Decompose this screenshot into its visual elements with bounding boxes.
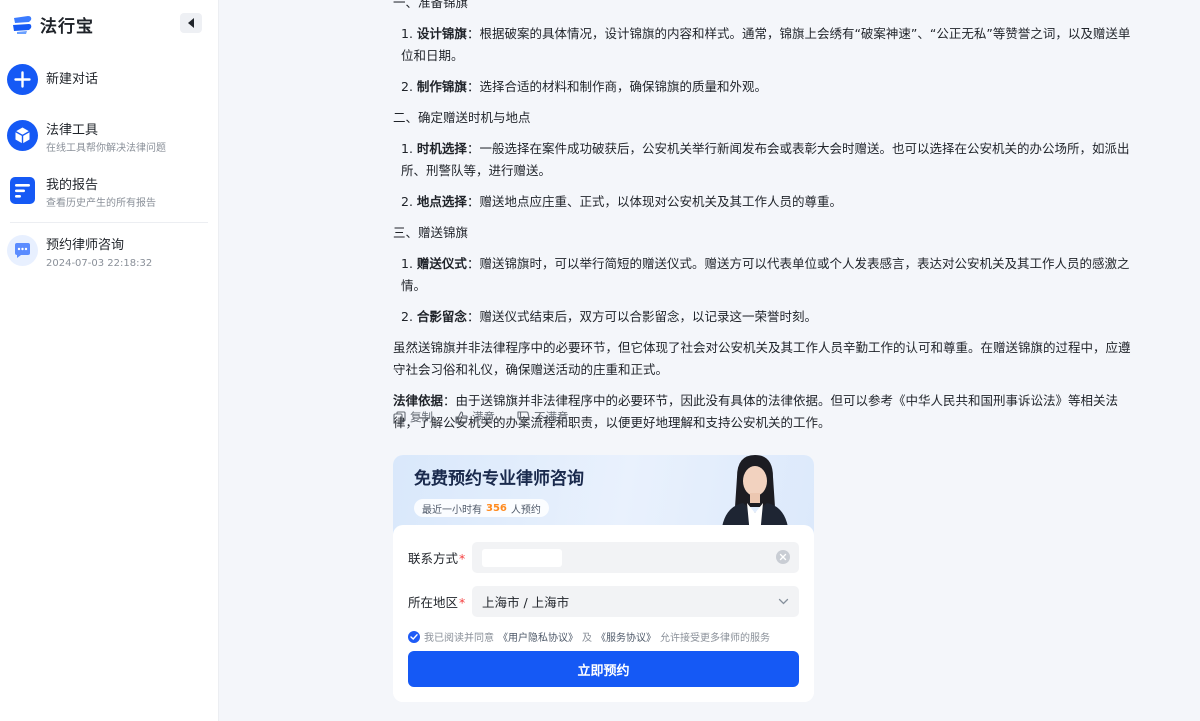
- plus-icon: [7, 64, 38, 95]
- item-term: 合影留念: [416, 309, 467, 324]
- required-mark: *: [459, 551, 466, 566]
- my-reports-sub: 查看历史产生的所有报告: [46, 198, 156, 209]
- clear-icon[interactable]: [776, 550, 790, 564]
- contact-row: 联系方式*: [408, 542, 799, 573]
- app-logo[interactable]: 法行宝: [12, 12, 94, 37]
- answer-list-item: 1. 赠送仪式：赠送锦旗时，可以举行简短的赠送仪式。赠送方可以代表单位或个人发表…: [393, 253, 1138, 297]
- sidebar-divider: [10, 222, 208, 223]
- region-label-text: 所在地区: [408, 595, 459, 610]
- answer-list-item: 2. 合影留念：赠送仪式结束后，双方可以合影留念，以记录这一荣誉时刻。: [393, 306, 1138, 328]
- booking-title: 免费预约专业律师咨询: [414, 469, 584, 489]
- answer-list-item: 1. 时机选择：一般选择在案件成功破获后，公安机关举行新闻发布会或表彰大会时赠送…: [393, 138, 1138, 182]
- item-number: 1.: [401, 256, 413, 271]
- answer-list-item: 2. 地点选择：赠送地点应庄重、正式，以体现对公安机关及其工作人员的尊重。: [393, 191, 1138, 213]
- history-item-time: 2024-07-03 22:18:32: [46, 258, 153, 269]
- sidebar: 法行宝 新建对话 法律工具 在线工具帮你解决法律问题 我的报告 查看历史产生的所…: [0, 0, 219, 721]
- legal-basis-label: 法律依据: [393, 393, 444, 408]
- agree-suffix: 允许接受更多律师的服务: [660, 633, 770, 644]
- collapse-sidebar-button[interactable]: [180, 13, 202, 33]
- report-icon: [7, 175, 38, 206]
- my-reports-label: 我的报告: [46, 178, 99, 193]
- like-label: 满意: [472, 410, 495, 424]
- thumbs-down-icon: [517, 410, 530, 424]
- contact-input[interactable]: [472, 542, 799, 573]
- booking-banner: 免费预约专业律师咨询 最近一小时有 356 人预约: [393, 455, 814, 535]
- caret-left-icon: [187, 18, 194, 28]
- app-name: 法行宝: [40, 17, 94, 37]
- answer-list-item: 2. 制作锦旗：选择合适的材料和制作商，确保锦旗的质量和外观。: [393, 76, 1138, 98]
- item-number: 1.: [401, 141, 413, 156]
- assistant-answer: 一、准备锦旗 1. 设计锦旗：根据破案的具体情况，设计锦旗的内容和样式。通常，锦…: [393, 0, 1138, 443]
- item-term: 制作锦旗: [416, 79, 467, 94]
- copy-button[interactable]: 复制: [393, 409, 433, 425]
- booking-stat-pill: 最近一小时有 356 人预约: [414, 499, 549, 517]
- agreement-row: 我已阅读并同意 《用户隐私协议》 及 《服务协议》 允许接受更多律师的服务: [408, 629, 770, 644]
- item-number: 2.: [401, 309, 413, 324]
- region-select[interactable]: 上海市 / 上海市: [472, 586, 799, 617]
- cube-icon: [7, 120, 38, 151]
- item-number: 1.: [401, 26, 413, 41]
- item-text: ：赠送地点应庄重、正式，以体现对公安机关及其工作人员的尊重。: [466, 194, 842, 209]
- agree-checkbox[interactable]: [408, 630, 420, 643]
- lawyer-portrait-icon: [721, 455, 789, 535]
- contact-label: 联系方式*: [408, 548, 472, 567]
- item-term: 时机选择: [416, 141, 467, 156]
- required-mark: *: [459, 595, 466, 610]
- logo-icon: [13, 15, 32, 34]
- legal-tools-label: 法律工具: [46, 123, 99, 138]
- answer-actions: 复制 满意 不满意: [393, 409, 569, 425]
- item-number: 2.: [401, 194, 413, 209]
- history-item-title: 预约律师咨询: [46, 238, 125, 253]
- lawyer-booking-card: 免费预约专业律师咨询 最近一小时有 356 人预约 联系方式* 所在地区* 上海…: [393, 455, 814, 702]
- phone-value-mask: [482, 548, 562, 567]
- history-item[interactable]: 预约律师咨询 2024-07-03 22:18:32: [7, 235, 207, 271]
- contact-label-text: 联系方式: [408, 551, 459, 566]
- region-row: 所在地区* 上海市 / 上海市: [408, 586, 799, 617]
- legal-tools-sub: 在线工具帮你解决法律问题: [46, 143, 166, 154]
- item-text: ：选择合适的材料和制作商，确保锦旗的质量和外观。: [466, 79, 767, 94]
- sidebar-item-legal-tools[interactable]: 法律工具 在线工具帮你解决法律问题: [7, 120, 207, 156]
- item-text: ：赠送仪式结束后，双方可以合影留念，以记录这一荣誉时刻。: [466, 309, 817, 324]
- dislike-label: 不满意: [534, 410, 569, 424]
- service-agreement-link[interactable]: 《服务协议》: [596, 629, 656, 644]
- region-label: 所在地区*: [408, 592, 472, 611]
- book-now-button[interactable]: 立即预约: [408, 651, 799, 687]
- item-term: 地点选择: [416, 194, 467, 209]
- privacy-policy-link[interactable]: 《用户隐私协议》: [498, 629, 578, 644]
- copy-label: 复制: [410, 410, 433, 424]
- booking-count: 356: [486, 502, 507, 514]
- item-text: ：赠送锦旗时，可以举行简短的赠送仪式。赠送方可以代表单位或个人发表感言，表达对公…: [401, 256, 1130, 293]
- answer-summary: 虽然送锦旗并非法律程序中的必要环节，但它体现了社会对公安机关及其工作人员辛勤工作…: [393, 340, 1131, 377]
- new-chat-button[interactable]: 新建对话: [7, 64, 207, 95]
- copy-icon: [393, 410, 406, 424]
- answer-list-item: 1. 设计锦旗：根据破案的具体情况，设计锦旗的内容和样式。通常，锦旗上会绣有“破…: [393, 23, 1138, 67]
- item-text: ：根据破案的具体情况，设计锦旗的内容和样式。通常，锦旗上会绣有“破案神速”、“公…: [401, 26, 1131, 63]
- pill-suffix: 人预约: [510, 504, 541, 516]
- section-heading: 三、赠送锦旗: [393, 225, 469, 240]
- region-value: 上海市 / 上海市: [482, 595, 570, 610]
- item-term: 赠送仪式: [416, 256, 467, 271]
- item-number: 2.: [401, 79, 413, 94]
- chevron-down-icon: [778, 598, 789, 605]
- chat-main: 一、准备锦旗 1. 设计锦旗：根据破案的具体情况，设计锦旗的内容和样式。通常，锦…: [219, 0, 1200, 721]
- new-chat-label: 新建对话: [46, 72, 99, 87]
- chat-bubble-icon: [7, 235, 38, 266]
- agree-prefix: 我已阅读并同意: [424, 633, 494, 644]
- section-heading: 二、确定赠送时机与地点: [393, 110, 531, 125]
- dislike-button[interactable]: 不满意: [517, 409, 569, 425]
- section-heading: 一、准备锦旗: [393, 0, 469, 10]
- booking-form: 联系方式* 所在地区* 上海市 / 上海市 我已阅读并同意 《用户隐私协议》 及…: [393, 525, 814, 702]
- item-term: 设计锦旗: [416, 26, 467, 41]
- item-text: ：一般选择在案件成功破获后，公安机关举行新闻发布会或表彰大会时赠送。也可以选择在…: [401, 141, 1130, 178]
- pill-prefix: 最近一小时有: [422, 504, 482, 516]
- agree-and: 及: [582, 633, 592, 644]
- thumbs-up-icon: [455, 410, 468, 424]
- sidebar-item-my-reports[interactable]: 我的报告 查看历史产生的所有报告: [7, 175, 207, 211]
- check-icon: [410, 633, 418, 640]
- like-button[interactable]: 满意: [455, 409, 495, 425]
